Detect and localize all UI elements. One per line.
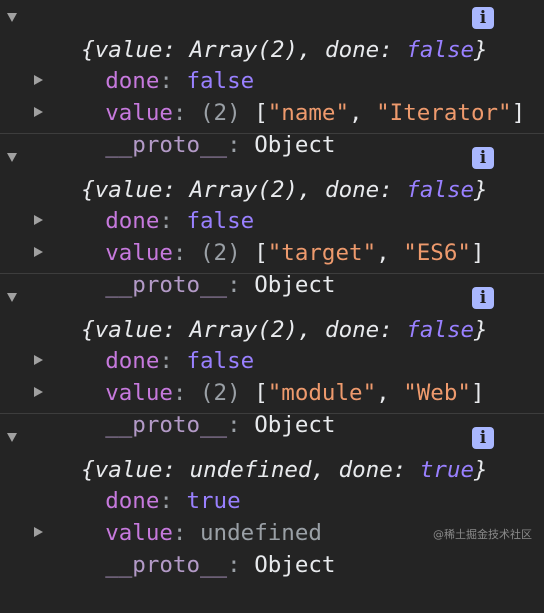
info-icon[interactable]: i xyxy=(472,7,494,29)
property-key: __proto__ xyxy=(105,552,228,578)
object-summary[interactable]: {value: undefined, done: true} xyxy=(27,422,487,483)
property-proto[interactable]: __proto__: Object xyxy=(51,97,335,158)
triangle-down-icon[interactable] xyxy=(7,433,17,442)
property-value-undefined: value: undefined xyxy=(105,520,322,546)
property-done: done: true xyxy=(105,488,241,514)
entry-divider xyxy=(0,413,544,414)
triangle-right-icon[interactable] xyxy=(34,107,43,117)
triangle-right-icon[interactable] xyxy=(34,355,43,365)
property-value: Object xyxy=(254,552,336,578)
entry-divider xyxy=(0,133,544,134)
object-summary[interactable]: {value: Array(2), done: false} xyxy=(27,282,487,343)
triangle-right-icon[interactable] xyxy=(34,75,43,85)
property-proto[interactable]: __proto__: Object xyxy=(51,237,335,298)
console-entry-3: {value: Array(2), done: false} i done: f… xyxy=(0,280,544,438)
property-proto[interactable]: __proto__: Object xyxy=(51,377,335,438)
array-item: "ES6" xyxy=(403,240,471,266)
console-entry-2: {value: Array(2), done: false} i done: f… xyxy=(0,140,544,298)
watermark: @稀土掘金技术社区 xyxy=(433,528,532,541)
triangle-down-icon[interactable] xyxy=(7,13,17,22)
array-item: "Web" xyxy=(403,380,471,406)
console-entry-1: {value: Array(2), done: false} i done: f… xyxy=(0,0,544,158)
triangle-right-icon[interactable] xyxy=(34,247,43,257)
property-done: done: false xyxy=(105,208,255,234)
triangle-right-icon[interactable] xyxy=(34,527,43,537)
property-done: done: false xyxy=(105,348,255,374)
info-icon[interactable]: i xyxy=(472,287,494,309)
property-value-array[interactable]: value: (2) ["name", "Iterator"] xyxy=(51,65,525,126)
triangle-down-icon[interactable] xyxy=(7,293,17,302)
property-value-array[interactable]: value: (2) ["module", "Web"] xyxy=(51,345,484,406)
object-summary[interactable]: {value: Array(2), done: false} xyxy=(27,2,487,63)
info-icon[interactable]: i xyxy=(472,427,494,449)
property-done: done: false xyxy=(105,68,255,94)
property-value-array[interactable]: value: (2) ["target", "ES6"] xyxy=(51,205,484,266)
triangle-right-icon[interactable] xyxy=(34,215,43,225)
property-proto[interactable]: __proto__: Object xyxy=(51,517,335,578)
info-icon[interactable]: i xyxy=(472,147,494,169)
object-summary[interactable]: {value: Array(2), done: false} xyxy=(27,142,487,203)
entry-divider xyxy=(0,273,544,274)
triangle-down-icon[interactable] xyxy=(7,153,17,162)
array-item: "Iterator" xyxy=(376,100,512,126)
triangle-right-icon[interactable] xyxy=(34,387,43,397)
